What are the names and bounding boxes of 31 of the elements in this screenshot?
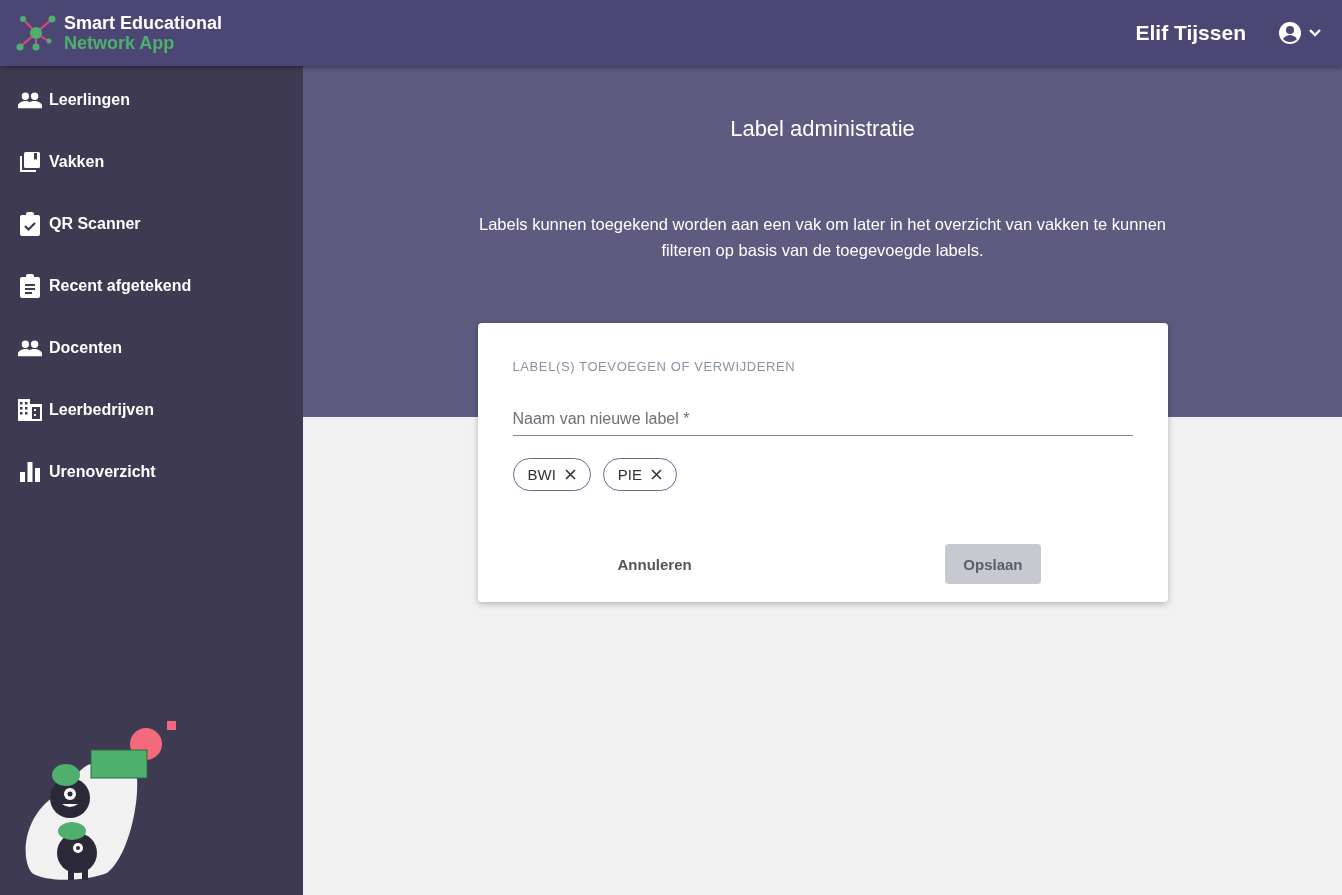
sidebar-item[interactable]: QR Scanner [0, 193, 303, 255]
chip-remove-button[interactable] [564, 469, 576, 480]
sidebar-item[interactable]: Recent afgetekend [0, 255, 303, 317]
sidebar-item[interactable]: Vakken [0, 131, 303, 193]
chip-label: PIE [617, 466, 643, 483]
chip-label: BWI [527, 466, 556, 483]
account-menu-button[interactable] [1278, 21, 1322, 45]
account-icon [1278, 21, 1302, 45]
chip-remove-button[interactable] [651, 469, 663, 480]
building-icon [18, 399, 42, 421]
sidebar-item[interactable]: Docenten [0, 317, 303, 379]
chevron-down-icon [1308, 28, 1322, 38]
books-icon [18, 150, 42, 174]
sidebar-item[interactable]: Urenoverzicht [0, 441, 303, 503]
close-icon [651, 469, 663, 480]
page-description: Labels kunnen toegekend worden aan een vak om later in het overzicht van vakken te kunnen filteren op basis van de toegevoegde labels. [477, 214, 1167, 261]
page-title: Label administratie [730, 116, 915, 142]
clipboard-check-icon [19, 212, 41, 236]
clipboard-list-icon [19, 274, 41, 298]
app-name-text: Smart Educational [64, 13, 223, 33]
user-name: Elif Tijssen [1135, 21, 1246, 45]
bar-chart-icon [20, 462, 40, 482]
card-heading: LABEL(S) TOEVOEGEN OF VERWIJDEREN [512, 359, 797, 374]
sidebar-item[interactable]: Leerbedrijven [0, 379, 303, 441]
label-name-field[interactable]: Naam van nieuwe label * [512, 406, 1133, 436]
app-name-text: Network App [64, 33, 176, 53]
people-icon [18, 91, 42, 109]
close-icon [564, 469, 576, 480]
people-icon [18, 339, 42, 357]
cancel-button[interactable]: Annuleren [599, 544, 710, 584]
sidebar-item[interactable]: Leerlingen [0, 69, 303, 131]
